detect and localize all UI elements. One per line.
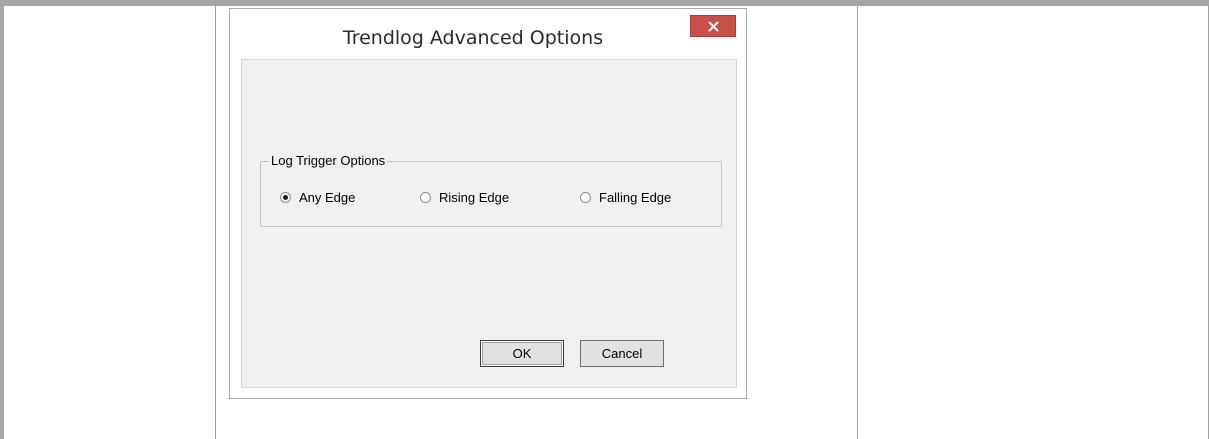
table-left-border [0,0,4,439]
radio-falling-edge[interactable]: Falling Edge [580,190,671,205]
radio-circle-icon [420,192,431,203]
table-top-border [0,0,1209,6]
dialog-titlebar[interactable]: Trendlog Advanced Options [230,9,746,59]
radio-label: Rising Edge [439,190,510,205]
log-trigger-options-group: Log Trigger Options Any Edge Rising Edge… [260,153,722,227]
radio-label: Any Edge [299,190,356,205]
trendlog-advanced-options-dialog: Trendlog Advanced Options Log Trigger Op… [229,8,747,399]
ok-button[interactable]: OK [480,340,564,367]
document-background: Trendlog Advanced Options Log Trigger Op… [0,0,1209,439]
radio-rising-edge[interactable]: Rising Edge [420,190,509,205]
dialog-client-area: Log Trigger Options Any Edge Rising Edge… [241,59,737,388]
table-column-divider [215,6,216,439]
radio-any-edge[interactable]: Any Edge [280,190,355,205]
close-button[interactable] [690,15,736,37]
table-column-divider [857,6,858,439]
dialog-title: Trendlog Advanced Options [342,27,604,49]
group-legend: Log Trigger Options [269,153,388,169]
close-icon [708,21,719,32]
radio-label: Falling Edge [599,190,672,205]
cancel-button[interactable]: Cancel [580,340,664,367]
radio-selected-dot [283,195,288,200]
radio-circle-icon [280,192,291,203]
radio-circle-icon [580,192,591,203]
